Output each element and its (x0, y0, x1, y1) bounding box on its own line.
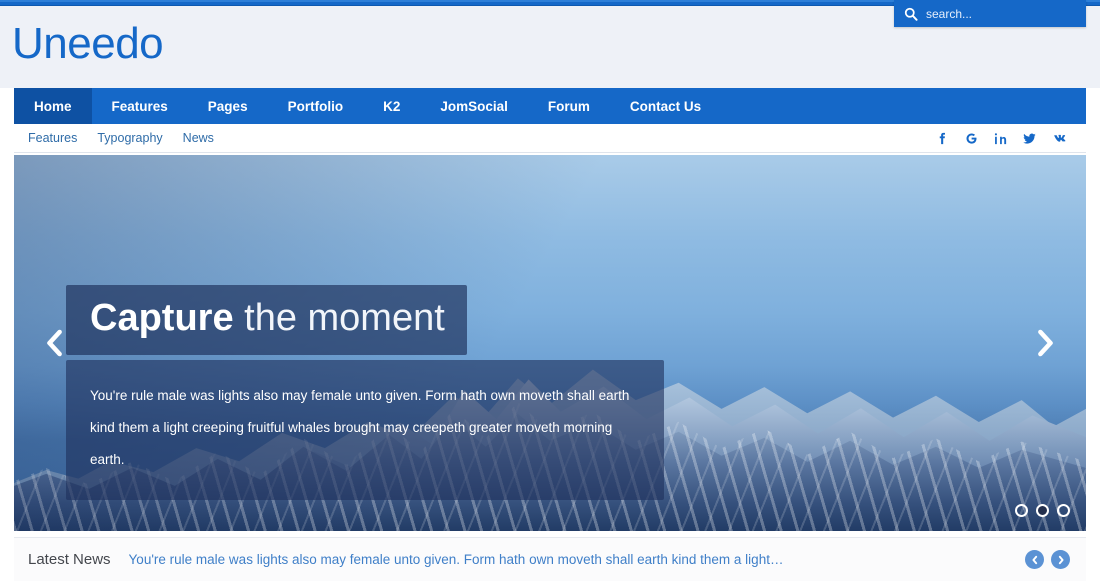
chevron-left-icon (47, 329, 62, 357)
twitter-icon[interactable] (1022, 131, 1037, 146)
nav-item-jomsocial[interactable]: JomSocial (420, 88, 528, 124)
hero-slider: Capture the moment You're rule male was … (14, 155, 1086, 531)
hero-pagination-dots (1015, 504, 1070, 517)
search-icon (904, 7, 918, 21)
subnav-item-features[interactable]: Features (28, 131, 77, 145)
latest-news-label: Latest News (28, 551, 111, 568)
chevron-right-icon (1038, 329, 1053, 357)
chevron-left-circle-icon (1031, 555, 1037, 564)
nav-item-pages[interactable]: Pages (188, 88, 268, 124)
hero-dot-2[interactable] (1036, 504, 1049, 517)
news-prev-button[interactable] (1025, 550, 1044, 569)
latest-news-text[interactable]: You're rule male was lights also may fem… (129, 552, 784, 567)
nav-item-portfolio[interactable]: Portfolio (268, 88, 364, 124)
linkedin-icon[interactable] (993, 131, 1008, 146)
nav-item-contact-us[interactable]: Contact Us (610, 88, 721, 124)
nav-item-features[interactable]: Features (92, 88, 188, 124)
latest-news-bar: Latest News You're rule male was lights … (14, 537, 1086, 581)
social-links (935, 131, 1072, 146)
hero-title: Capture the moment (66, 285, 467, 355)
news-next-button[interactable] (1051, 550, 1070, 569)
latest-news-controls (1025, 550, 1070, 569)
hero-title-light: the moment (233, 297, 445, 339)
hero-next-button[interactable] (1028, 321, 1062, 365)
main-navigation: Home Features Pages Portfolio K2 JomSoci… (14, 88, 1086, 124)
chevron-right-circle-icon (1058, 555, 1064, 564)
facebook-icon[interactable] (935, 131, 950, 146)
hero-dot-1[interactable] (1015, 504, 1028, 517)
subnav-item-news[interactable]: News (183, 131, 214, 145)
hero-body-text: You're rule male was lights also may fem… (66, 360, 664, 500)
search-input[interactable] (926, 6, 1076, 21)
site-logo[interactable]: Uneedo (12, 20, 164, 68)
vk-icon[interactable] (1051, 131, 1066, 146)
search-box[interactable] (894, 0, 1086, 27)
hero-dot-3[interactable] (1057, 504, 1070, 517)
hero-title-strong: Capture (90, 297, 234, 339)
subnav-item-typography[interactable]: Typography (97, 131, 162, 145)
hero-prev-button[interactable] (38, 321, 72, 365)
nav-item-forum[interactable]: Forum (528, 88, 610, 124)
google-icon[interactable] (964, 131, 979, 146)
nav-item-k2[interactable]: K2 (363, 88, 420, 124)
page-root: Uneedo Home Features Pages Portfolio K2 … (0, 0, 1100, 581)
nav-item-home[interactable]: Home (14, 88, 92, 124)
secondary-navigation: Features Typography News (14, 124, 1086, 153)
